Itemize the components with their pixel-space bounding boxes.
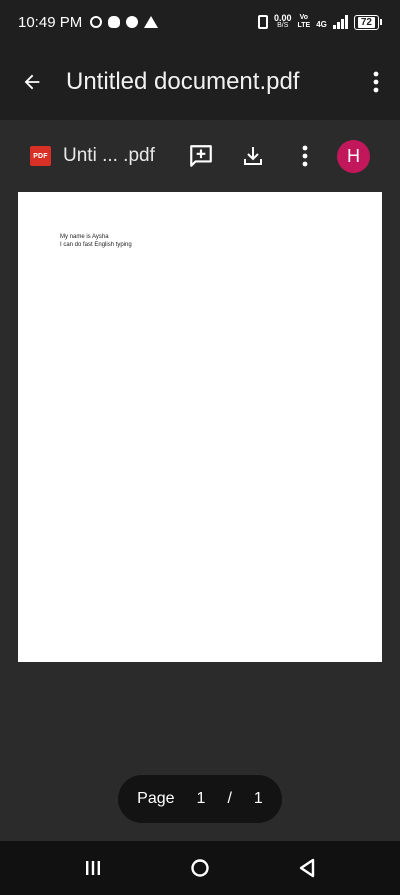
back-nav-button[interactable]	[287, 848, 327, 888]
battery-level: 72	[357, 16, 375, 28]
signal-strength-icon	[332, 15, 348, 29]
document-line: My name is Aysha	[60, 234, 109, 240]
download-button[interactable]	[227, 132, 279, 180]
file-name: Unti ... .pdf	[63, 145, 155, 166]
battery-icon: 72	[353, 14, 382, 30]
pdf-file-icon: PDF	[30, 146, 51, 166]
add-comment-button[interactable]	[175, 132, 227, 180]
notification-icons	[90, 16, 159, 28]
account-avatar[interactable]: H	[337, 139, 370, 173]
app-overflow-button[interactable]	[352, 44, 400, 120]
page-label: Page	[137, 790, 175, 807]
recents-button[interactable]	[73, 848, 113, 888]
add-comment-icon	[190, 145, 212, 167]
page-separator: /	[227, 790, 232, 807]
viewer-toolbar: PDF Unti ... .pdf H	[0, 120, 400, 192]
document-line: I can do fast English typing	[60, 242, 132, 248]
app-bar: Untitled document.pdf	[0, 44, 400, 120]
pdf-page[interactable]: My name is Aysha I can do fast English t…	[18, 192, 382, 662]
volte-indicator: Vo LTE	[297, 14, 311, 29]
arrow-left-icon	[24, 74, 40, 90]
status-time: 10:49 PM	[18, 13, 83, 31]
home-icon	[191, 859, 209, 877]
back-triangle-icon	[299, 858, 314, 878]
vibrate-icon	[257, 15, 268, 29]
home-button[interactable]	[180, 848, 220, 888]
network-type: 4G	[316, 20, 327, 29]
system-icons: 0.00 B/S Vo LTE 4G 72	[257, 13, 382, 30]
network-speed: 0.00 B/S	[273, 13, 292, 30]
viewer-overflow-button[interactable]	[279, 132, 331, 180]
current-page: 1	[196, 790, 206, 807]
snapchat-icon	[108, 16, 121, 28]
back-button[interactable]	[0, 44, 64, 120]
page-indicator: Page 1 / 1	[118, 775, 282, 823]
warning-icon	[144, 16, 159, 28]
document-title: Untitled document.pdf	[66, 68, 300, 95]
status-bar: 10:49 PM 0.00 B/S Vo LTE 4G 72	[0, 0, 400, 44]
more-vert-icon	[302, 145, 308, 167]
total-pages: 1	[253, 790, 263, 807]
download-icon	[244, 147, 262, 165]
whatsapp-icon	[90, 16, 103, 28]
more-vert-icon	[373, 71, 379, 93]
recents-icon	[86, 861, 101, 875]
app-notification-icon	[126, 16, 139, 28]
system-nav-bar	[0, 841, 400, 895]
